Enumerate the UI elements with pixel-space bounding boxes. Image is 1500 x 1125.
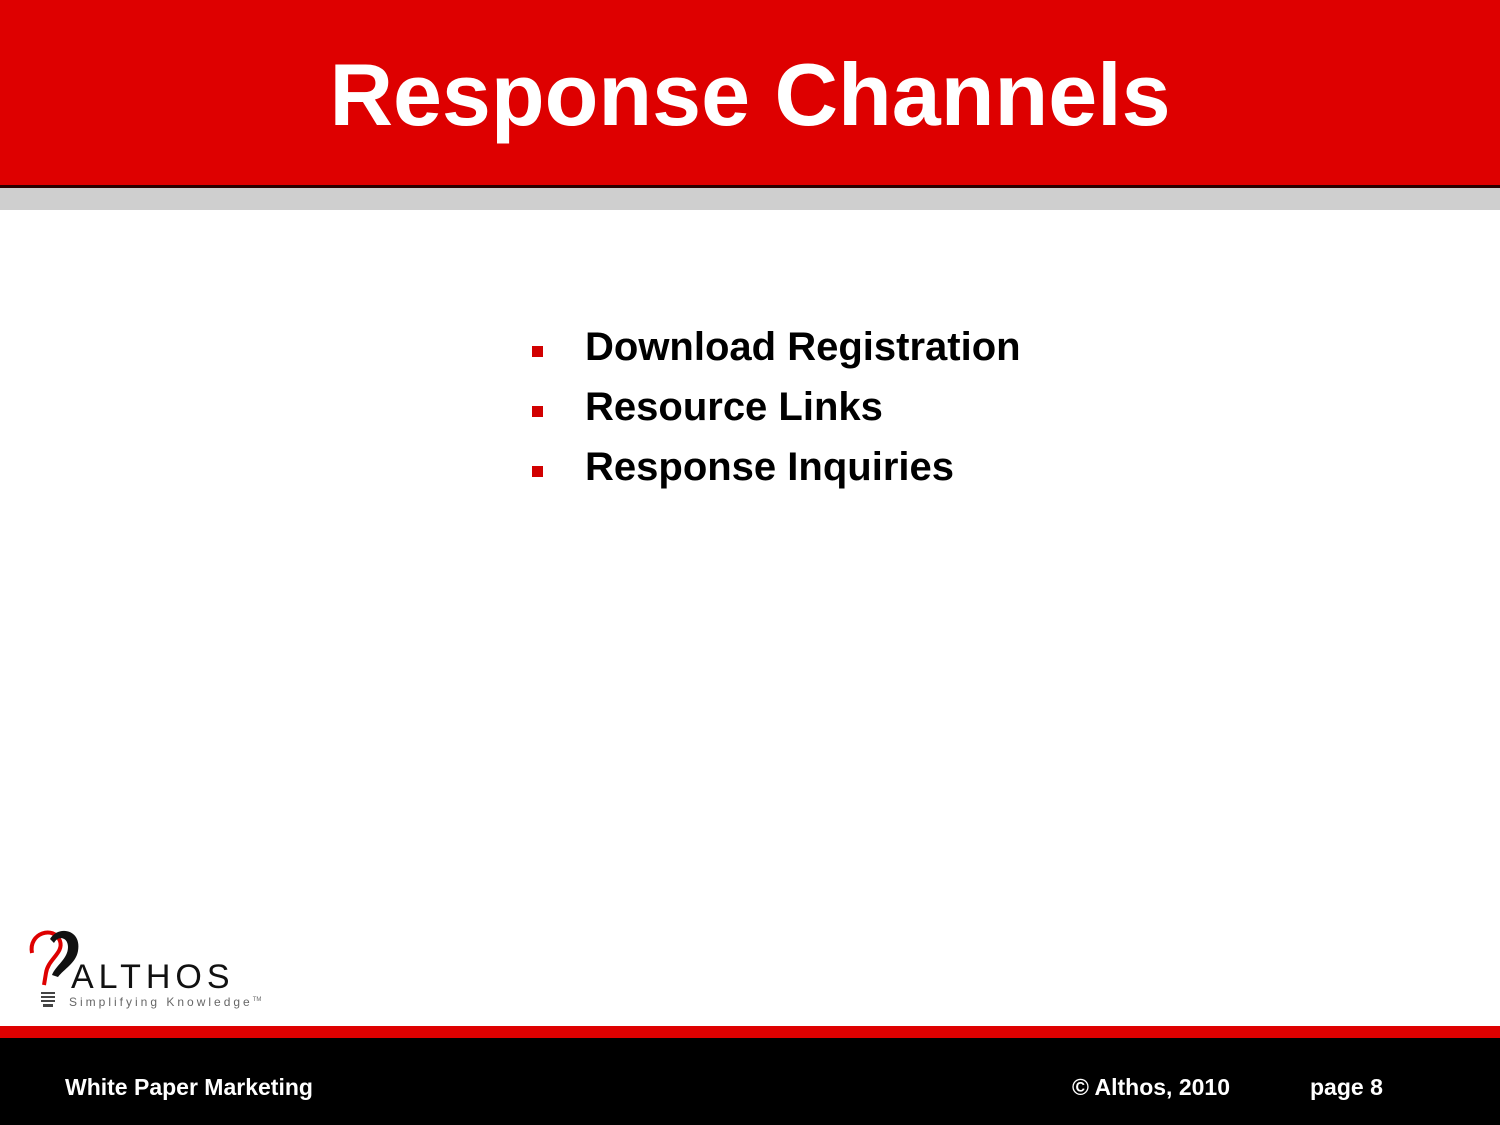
bullet-text: Download Registration — [585, 325, 1021, 369]
square-bullet-icon — [532, 346, 543, 357]
footer-red-stripe — [0, 1026, 1500, 1038]
footer-course-title: White Paper Marketing — [65, 1074, 313, 1100]
bullet-text: Response Inquiries — [585, 445, 954, 489]
slide-title: Response Channels — [329, 45, 1171, 144]
title-bar-shadow — [0, 188, 1500, 210]
square-bullet-icon — [532, 466, 543, 477]
title-bar: Response Channels — [0, 0, 1500, 188]
square-bullet-icon — [532, 406, 543, 417]
logo-tagline: Simplifying KnowledgeTM — [69, 993, 261, 1009]
footer-bar: White Paper Marketing © Althos, 2010 pag… — [0, 1038, 1500, 1125]
footer-page-number: page 8 — [1310, 1074, 1383, 1100]
althos-logo: ALTHOS Simplifying KnowledgeTM — [24, 925, 261, 1015]
trademark-mark: TM — [252, 997, 262, 1003]
footer-copyright: © Althos, 2010 — [1072, 1074, 1230, 1100]
bullet-text: Resource Links — [585, 385, 883, 429]
logo-tagline-text: Simplifying Knowledge — [69, 995, 253, 1009]
logo-wordmark: ALTHOS — [71, 958, 235, 996]
